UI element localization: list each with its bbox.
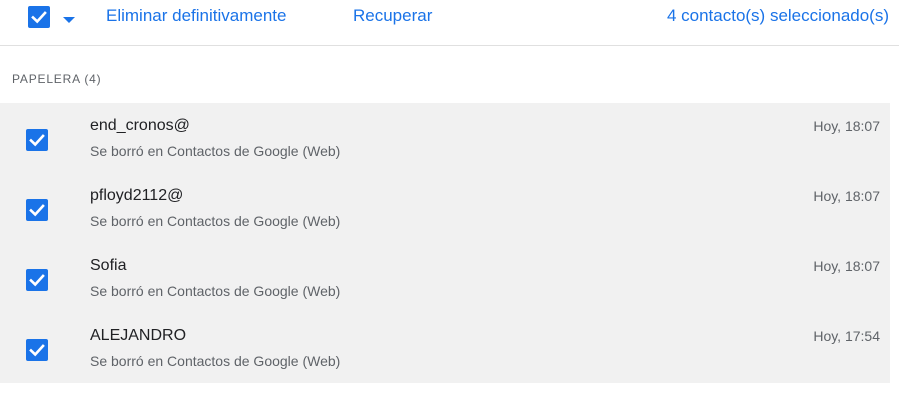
list-item[interactable]: end_cronos@ Se borró en Contactos de Goo… — [0, 103, 890, 173]
row-checkbox[interactable] — [26, 339, 48, 361]
checkbox-checked-icon — [29, 204, 45, 217]
selection-toolbar: Eliminar definitivamente Recuperar 4 con… — [0, 0, 899, 46]
contact-deleted-time: Hoy, 18:07 — [813, 118, 880, 134]
contact-deleted-time: Hoy, 18:07 — [813, 258, 880, 274]
contact-deleted-time: Hoy, 17:54 — [813, 328, 880, 344]
checkbox-checked-icon — [31, 11, 47, 24]
delete-permanently-button[interactable]: Eliminar definitivamente — [106, 6, 286, 26]
contact-deletion-source: Se borró en Contactos de Google (Web) — [90, 283, 341, 299]
contact-name: Sofia — [90, 257, 127, 274]
row-checkbox[interactable] — [26, 199, 48, 221]
checkbox-checked-icon — [29, 134, 45, 147]
contact-deletion-source: Se borró en Contactos de Google (Web) — [90, 353, 341, 369]
checkbox-checked-icon — [29, 344, 45, 357]
contact-deletion-source: Se borró en Contactos de Google (Web) — [90, 213, 341, 229]
trash-contact-list: end_cronos@ Se borró en Contactos de Goo… — [0, 103, 890, 383]
contact-deleted-time: Hoy, 18:07 — [813, 188, 880, 204]
contact-name: end_cronos@ — [90, 117, 190, 134]
checkbox-checked-icon — [29, 274, 45, 287]
list-item[interactable]: pfloyd2112@ Se borró en Contactos de Goo… — [0, 173, 890, 243]
select-all-checkbox[interactable] — [28, 6, 50, 28]
contact-name: ALEJANDRO — [90, 327, 187, 344]
row-checkbox[interactable] — [26, 129, 48, 151]
arrow-drop-down-icon — [63, 17, 75, 23]
contact-deletion-source: Se borró en Contactos de Google (Web) — [90, 143, 341, 159]
selected-count: 4 contacto(s) seleccionado(s) — [666, 6, 889, 25]
list-item[interactable]: Sofia Se borró en Contactos de Google (W… — [0, 243, 890, 313]
recover-button[interactable]: Recuperar — [353, 6, 432, 26]
list-item[interactable]: ALEJANDRO Se borró en Contactos de Googl… — [0, 313, 890, 383]
row-checkbox[interactable] — [26, 269, 48, 291]
contact-name: pfloyd2112@ — [90, 187, 184, 204]
selection-dropdown-button[interactable] — [62, 12, 76, 23]
trash-section-title: PAPELERA (4) — [12, 72, 102, 86]
